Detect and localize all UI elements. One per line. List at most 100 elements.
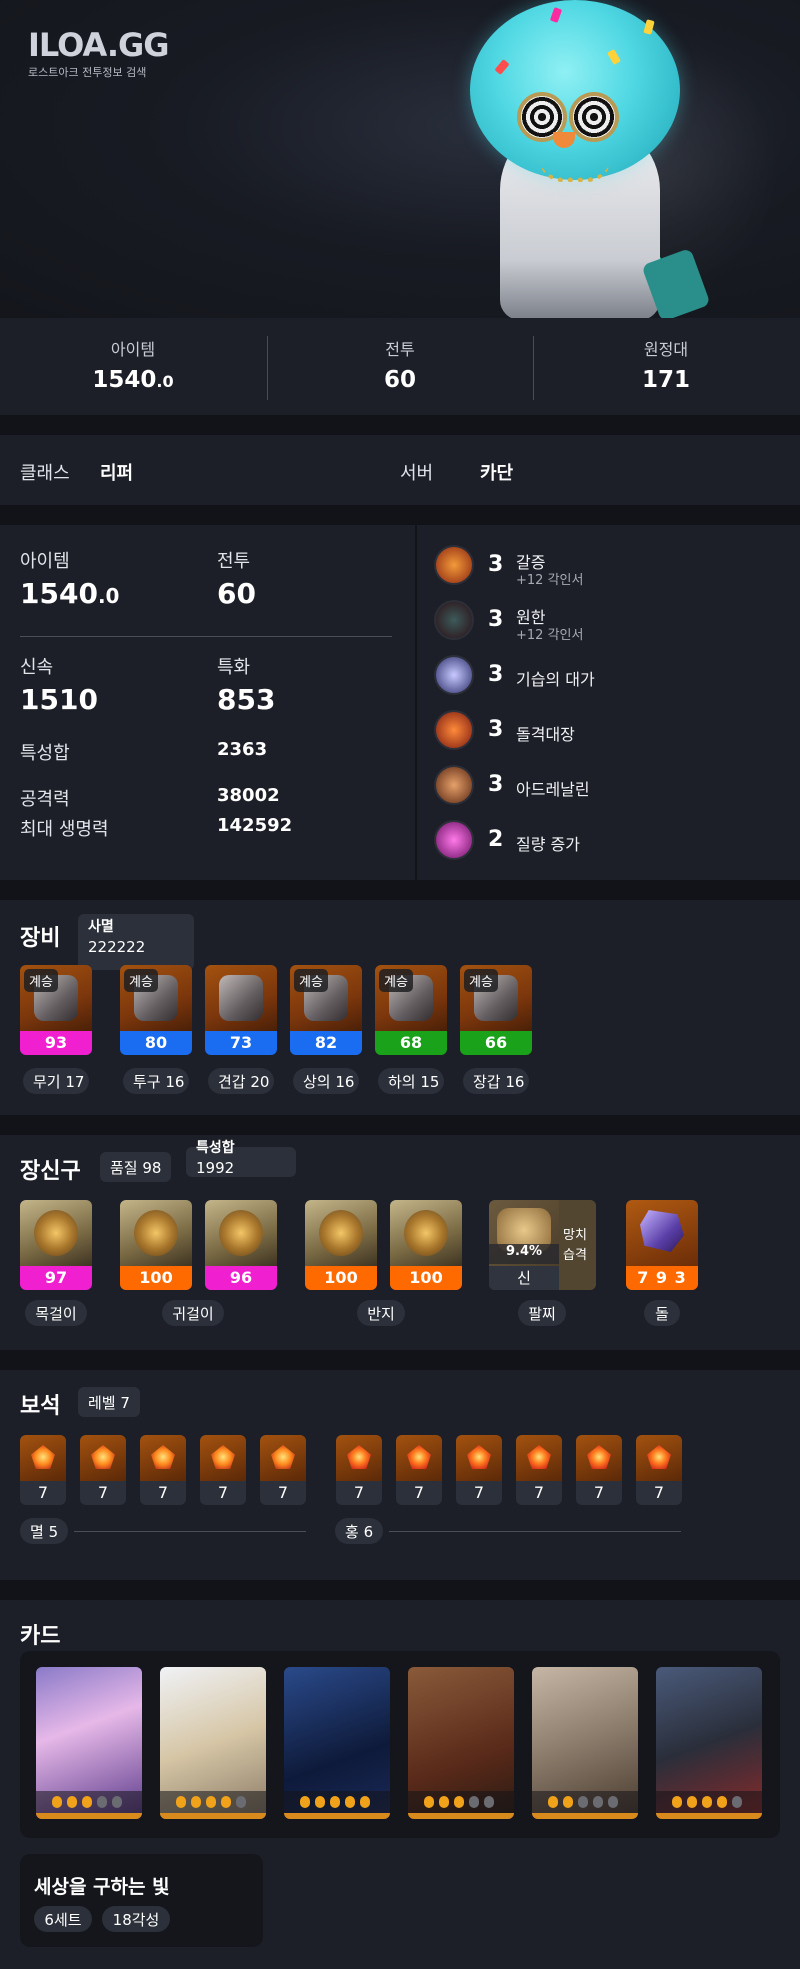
equipment-item[interactable]: 73 [205,965,277,1055]
gem-item[interactable]: 7 [140,1435,186,1505]
equipment-caption: 투구 16 [123,1068,189,1094]
card-item[interactable] [284,1667,390,1819]
divider [74,1531,306,1532]
caption-bracelet: 팔찌 [518,1300,566,1326]
card-set-box[interactable]: 세상을 구하는 빛 6세트 18각성 [20,1854,263,1947]
gem-art [260,1435,306,1481]
site-logo[interactable]: ILOA.GG [28,26,170,64]
shoulder-icon [219,975,263,1021]
combat-level-value: 60 [217,577,256,610]
gem-item[interactable]: 7 [260,1435,306,1505]
gem-item[interactable]: 7 [336,1435,382,1505]
gem-item[interactable]: 7 [80,1435,126,1505]
gem-level: 7 [336,1481,382,1505]
equipment-caption: 하의 15 [378,1068,444,1094]
engraving-level: 2 [488,827,504,852]
set-grade-label: 사멸 [88,919,114,935]
quality-bar: 66 [460,1031,532,1055]
card-grade-bar [408,1813,514,1819]
stone-value: 7 9 3 [626,1266,698,1290]
gem-icon [91,1445,115,1469]
card-item[interactable] [532,1667,638,1819]
class-label: 클래스 [20,463,70,484]
gem-icon [587,1445,611,1469]
awaken-gem-icon [672,1796,682,1808]
gem-icon [31,1445,55,1469]
engraving-row[interactable]: 3 기습의 대가 [434,655,774,701]
awaken-gem-icon [315,1796,325,1808]
equipment-item[interactable]: 계승 66 [460,965,532,1055]
awaken-gem-icon [548,1796,558,1808]
accessory-item[interactable]: 100 [305,1200,377,1290]
specialization-value: 853 [217,683,276,716]
quality-bar: 96 [205,1266,277,1290]
equipment-item[interactable]: 계승 68 [375,965,447,1055]
engraving-row[interactable]: 3 갈증 +12 각인서 [434,545,774,591]
equipment-caption: 견갑 20 [208,1068,274,1094]
ring-icon [319,1210,363,1256]
awaken-gem-icon [52,1796,62,1808]
engraving-adrenaline-icon [434,765,474,805]
equipment-item[interactable]: 계승 80 [120,965,192,1055]
card-item[interactable] [656,1667,762,1819]
gem-item[interactable]: 7 [576,1435,622,1505]
section-title: 장신구 [20,1159,81,1184]
bracelet-item[interactable]: 9.4% 신 망치 습격 [489,1200,596,1290]
engraving-row[interactable]: 2 질량 증가 [434,820,774,866]
server-label: 서버 [400,463,434,484]
card-item[interactable] [36,1667,142,1819]
equipment-caption: 상의 16 [293,1068,359,1094]
gem-icon [347,1445,371,1469]
accessory-item[interactable]: 96 [205,1200,277,1290]
gem-item[interactable]: 7 [636,1435,682,1505]
item-level-value: 1540.0 [20,577,120,610]
card-item[interactable] [160,1667,266,1819]
accessory-item[interactable]: 100 [120,1200,192,1290]
accessory-item[interactable]: 97 [20,1200,92,1290]
gem-item[interactable]: 7 [20,1435,66,1505]
caption-stone: 돌 [644,1300,680,1326]
gem-icon [151,1445,175,1469]
item-art [390,1200,462,1266]
gem-art [140,1435,186,1481]
awaken-gem-icon [206,1796,216,1808]
gem-item[interactable]: 7 [456,1435,502,1505]
stat-label: 전투 [385,340,415,359]
gem-item[interactable]: 7 [516,1435,562,1505]
gem-level: 7 [200,1481,246,1505]
engraving-name: 아드레날린 [516,780,590,799]
gem-icon [527,1445,551,1469]
gem-art [396,1435,442,1481]
awaken-gem-icon [578,1796,588,1808]
accessory-item[interactable]: 100 [390,1200,462,1290]
engraving-row[interactable]: 3 돌격대장 [434,710,774,756]
card-grade-bar [656,1813,762,1819]
equipment-item[interactable]: 계승 93 [20,965,92,1055]
engraving-row[interactable]: 3 원한 +12 각인서 [434,600,774,646]
card-grade-bar [284,1813,390,1819]
ability-stone-item[interactable]: 7 9 3 [626,1200,698,1290]
quality-bar: 82 [290,1031,362,1055]
gem-level: 7 [576,1481,622,1505]
gem-level-pill: 레벨 7 [78,1387,140,1417]
awaken-gem-icon [424,1796,434,1808]
bracelet-type: 신 [489,1266,559,1290]
gem-item[interactable]: 7 [396,1435,442,1505]
stat-item-level: 아이템 1540.0 [0,318,266,415]
equipment-caption: 무기 17 [23,1068,89,1094]
gem-item[interactable]: 7 [200,1435,246,1505]
class-server-row: 클래스 리퍼 서버 카단 [0,435,800,505]
equipment-section: 장비 사멸 222222 계승 93 무기 17 계승 80 투구 16 73 견갑 20 계승… [0,900,800,1115]
card-item[interactable] [408,1667,514,1819]
attack-power-label: 공격력 [20,789,70,810]
engraving-level: 3 [488,552,504,577]
caption-ring: 반지 [357,1300,405,1326]
item-art [20,1200,92,1266]
quality-bar: 93 [20,1031,92,1055]
equipment-item[interactable]: 계승 82 [290,965,362,1055]
divider [389,1531,681,1532]
swiftness-value: 1510 [20,683,98,716]
awaken-gem-icon [97,1796,107,1808]
trait-sum-value: 1992 [196,1159,235,1177]
engraving-row[interactable]: 3 아드레날린 [434,765,774,811]
